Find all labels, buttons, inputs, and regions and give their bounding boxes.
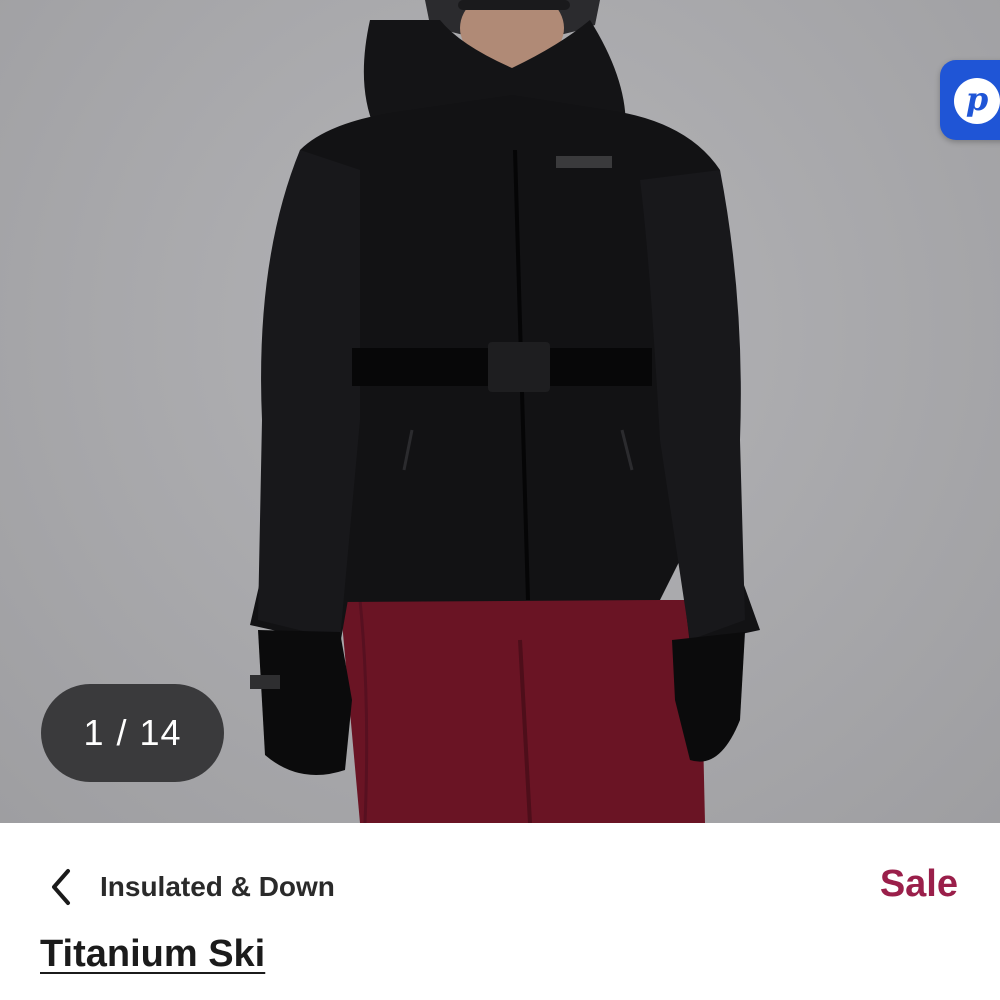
current-image-number: 1 — [83, 712, 105, 753]
product-title: Titanium Ski — [40, 933, 266, 975]
category-breadcrumb: Insulated & Down — [100, 871, 335, 902]
image-counter: 1 / 14 — [41, 684, 224, 782]
product-info-panel: Insulated & Down Sale Titanium Ski — [0, 823, 1000, 1000]
counter-separator: / — [116, 712, 128, 753]
total-image-count: 14 — [139, 712, 182, 753]
chat-logo-icon: p — [954, 78, 1000, 124]
floating-chat-button[interactable]: p — [940, 60, 1000, 140]
sale-badge: Sale — [879, 863, 958, 905]
product-image-gallery[interactable]: 1 / 14 p — [0, 0, 1000, 823]
chevron-left-icon — [42, 863, 82, 911]
chat-logo-glyph: p — [965, 80, 989, 118]
back-to-category-link[interactable]: Insulated & Down — [42, 863, 335, 911]
